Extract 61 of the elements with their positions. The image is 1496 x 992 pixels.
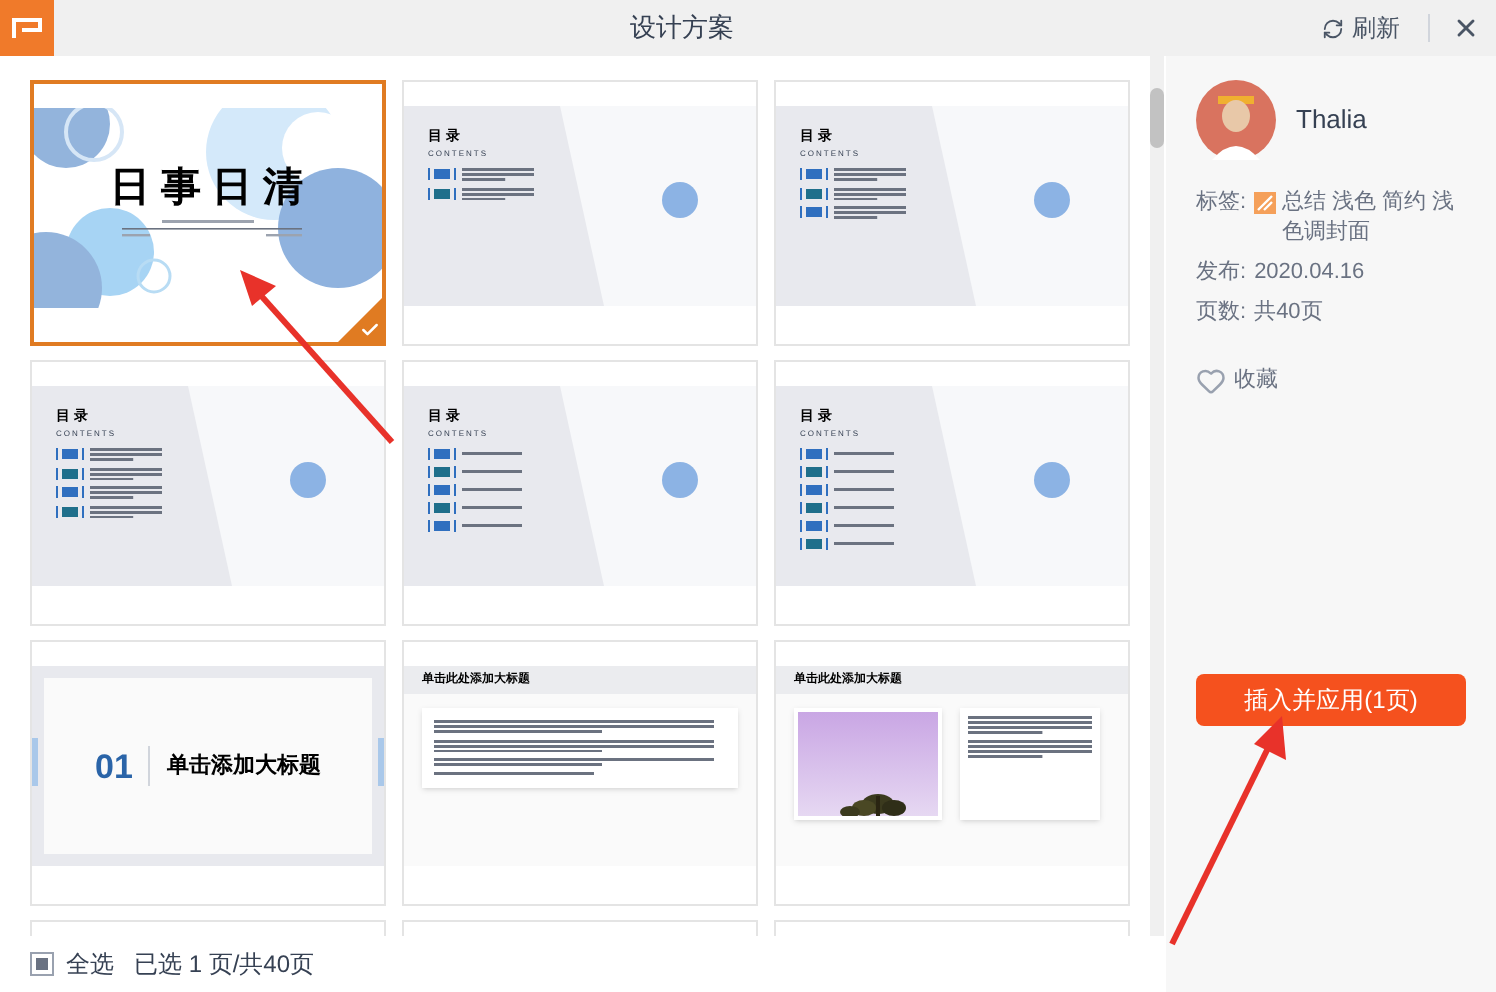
favorite-button[interactable]: 收藏 [1196,364,1466,397]
number-tag-icon [800,448,828,460]
avatar-icon [1196,80,1276,160]
number-tag-icon [56,467,84,480]
field-label: 标签: [1196,188,1247,218]
section-title: 单击添加大标题 [166,755,321,777]
number-tag-icon [428,466,456,478]
placeholder-text-drawing [834,168,906,181]
side-tab [32,738,38,786]
number-tag-icon [428,187,456,200]
number-tag-icon [800,187,828,200]
placeholder-text-drawing [90,448,162,461]
refresh-button[interactable]: 刷新 [1310,10,1412,46]
placeholder-text-drawing [90,505,162,518]
field-label: 发布: [1196,258,1247,288]
circle-drawing [662,462,698,498]
heart-icon [1196,365,1226,396]
window-title: 设计方案 [628,10,736,47]
placeholder-text-drawing [90,467,162,480]
number-tag-icon [428,520,456,532]
field-label: 页数: [1196,298,1247,328]
number-tag-icon [800,520,828,532]
placeholder-text-drawing [968,716,1092,734]
placeholder-text-drawing [462,168,534,181]
number-tag-icon [56,486,84,499]
author-name: Thalia [1296,102,1367,139]
slide-thumbnail[interactable]: 日 事 日 清 [30,80,386,346]
circle-drawing [290,462,326,498]
field-value: 总结 浅色 简约 浅色调封面 [1282,188,1457,248]
circle-drawing [662,182,698,218]
circle-drawing [1034,182,1070,218]
placeholder-text-drawing [462,187,534,200]
refresh-icon [1322,17,1344,39]
number-tag-icon [428,484,456,496]
selection-status: 已选 1 页/共40页 [134,948,315,982]
placeholder-text-drawing [834,187,906,200]
slide-thumbnail[interactable]: 01 单击添加大标题 [30,640,386,906]
section-number: 01 [95,749,133,783]
placeholder-text-drawing [834,206,906,219]
number-tag-icon [800,168,828,181]
number-tag-icon [428,168,456,181]
placeholder-text-drawing [968,740,1092,758]
placeholder-text-drawing [90,486,162,499]
side-tab [378,738,384,786]
number-tag-icon [800,206,828,219]
scrollbar[interactable] [1150,56,1164,936]
number-tag-icon [428,502,456,514]
tag-icon [1254,192,1277,214]
number-tag-icon [800,466,828,478]
close-icon [1452,14,1480,42]
number-tag-icon [800,502,828,514]
number-tag-icon [800,484,828,496]
circle-drawing [1034,462,1070,498]
number-tag-icon [56,505,84,518]
number-tag-icon [800,538,828,550]
select-all-checkbox[interactable]: 全选 [30,946,114,982]
number-tag-icon [56,448,84,461]
field-value: 2020.04.16 [1254,258,1365,288]
field-value: 共40页 [1254,298,1323,328]
number-tag-icon [428,448,456,460]
slide-title: 日 事 日 清 [110,168,304,208]
